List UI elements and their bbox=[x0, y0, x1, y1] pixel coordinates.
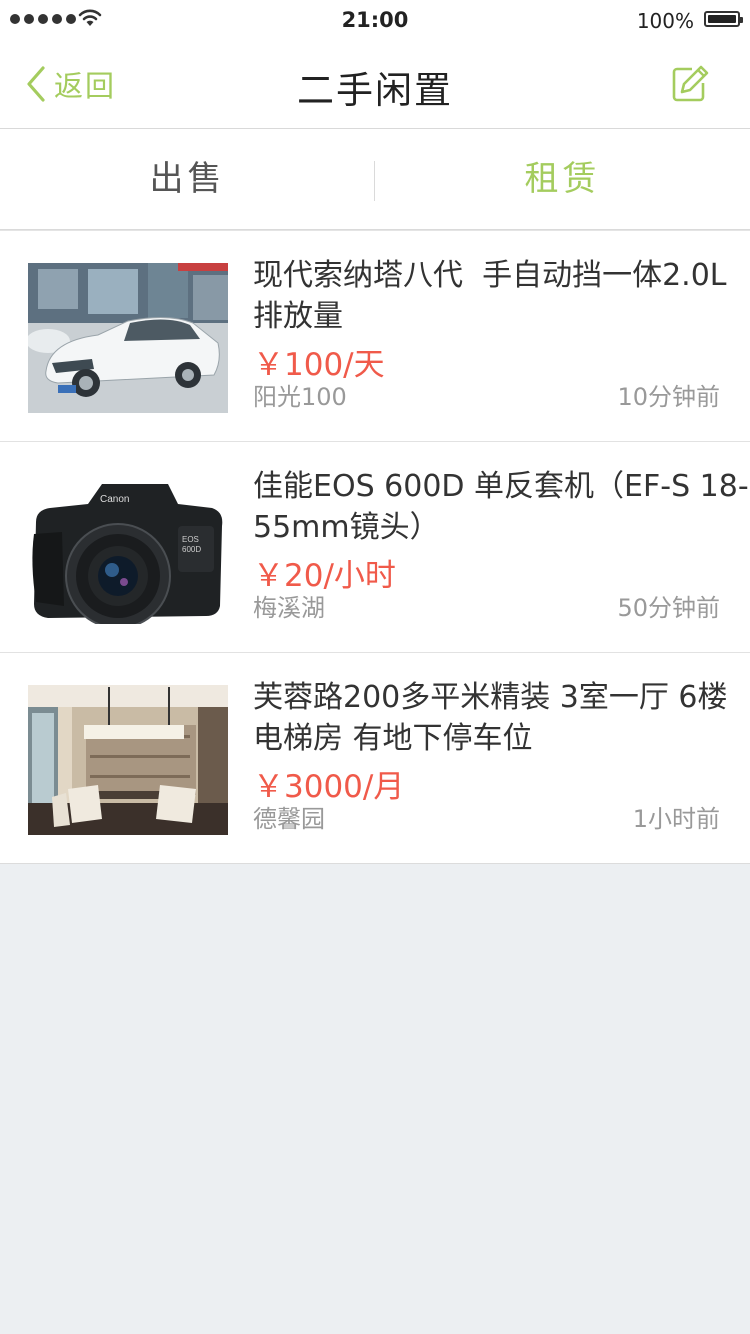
page-title: 二手闲置 bbox=[297, 69, 453, 112]
tab-rent[interactable]: 租赁 bbox=[375, 129, 750, 229]
header-area: 21:00 100% 返回 二手闲置 出售 租赁 bbox=[0, 0, 750, 230]
room-photo bbox=[28, 685, 228, 835]
tab-bar: 出售 租赁 bbox=[0, 129, 750, 230]
tab-sale[interactable]: 出售 bbox=[0, 129, 375, 229]
status-bar: 21:00 100% bbox=[0, 0, 750, 40]
item-location: 梅溪湖 bbox=[253, 594, 325, 622]
tab-divider bbox=[374, 161, 375, 201]
item-time: 1小时前 bbox=[632, 805, 720, 833]
battery-icon bbox=[704, 11, 743, 27]
edit-button[interactable] bbox=[670, 64, 710, 104]
item-title: 芙蓉路200多平米精装 3室一厅 6楼电梯房 有地下停车位 bbox=[253, 680, 728, 756]
item-title: 现代索纳塔八代 手自动挡一体2.0L排放量 bbox=[253, 258, 727, 334]
car-photo bbox=[28, 263, 228, 413]
item-time: 50分钟前 bbox=[617, 594, 720, 622]
battery-percent: 100% bbox=[636, 9, 694, 33]
list-item[interactable]: 芙蓉路200多平米精装 3室一厅 6楼电梯房 有地下停车位 ￥3000/月 德馨… bbox=[0, 653, 750, 864]
svg-text:Canon: Canon bbox=[100, 494, 129, 505]
navigation-bar: 返回 二手闲置 bbox=[0, 40, 750, 129]
svg-text:600D: 600D bbox=[182, 545, 201, 554]
item-title: 佳能EOS 600D 单反套机（EF-S 18-55mm镜头） bbox=[253, 469, 749, 545]
list-item[interactable]: Canon EOS 600D 佳能EOS 600D 单反套机（EF-S 18-5… bbox=[0, 442, 750, 653]
item-location: 德馨园 bbox=[253, 805, 325, 833]
edit-icon bbox=[672, 65, 709, 102]
listing-list: 现代索纳塔八代 手自动挡一体2.0L排放量 ￥100/天 阳光100 10分钟前… bbox=[0, 230, 750, 864]
item-location: 阳光100 bbox=[253, 383, 347, 411]
camera-photo: Canon EOS 600D bbox=[28, 474, 228, 624]
list-item[interactable]: 现代索纳塔八代 手自动挡一体2.0L排放量 ￥100/天 阳光100 10分钟前 bbox=[0, 231, 750, 442]
svg-text:EOS: EOS bbox=[182, 535, 199, 544]
item-time: 10分钟前 bbox=[617, 383, 720, 411]
